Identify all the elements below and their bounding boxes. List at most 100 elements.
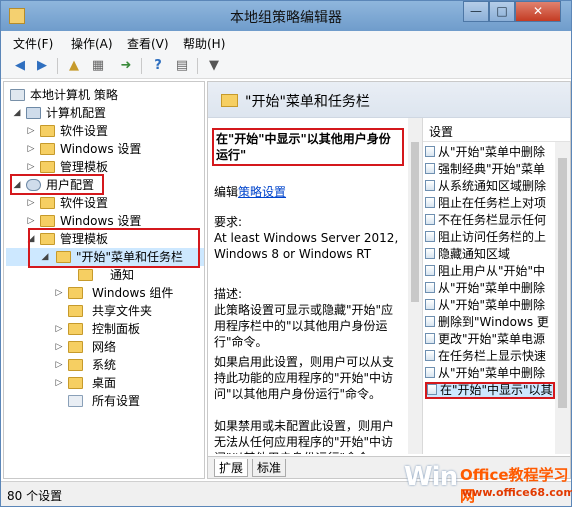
folder-icon: [68, 341, 83, 353]
tree-item-computer-config[interactable]: ◢ 计算机配置: [6, 104, 204, 122]
scrollbar-thumb[interactable]: [411, 142, 419, 302]
back-arrow-icon[interactable]: ◀: [11, 57, 29, 75]
list-item[interactable]: 阻止访问任务栏的上: [425, 229, 555, 246]
tree-item-desktop[interactable]: ▷ 桌面: [6, 374, 204, 392]
edit-policy-line: 编辑策略设置: [214, 184, 404, 200]
folder-icon: [40, 197, 55, 209]
tab-standard[interactable]: 标准: [252, 459, 287, 477]
policy-setting-icon: [425, 197, 435, 208]
title-bar[interactable]: 本地组策略编辑器 — □ ✕: [1, 1, 571, 31]
maximize-button[interactable]: □: [489, 1, 515, 22]
policy-setting-icon: [425, 367, 435, 378]
up-folder-icon[interactable]: ▲: [65, 57, 83, 75]
requirements-text: At least Windows Server 2012, Windows 8 …: [214, 231, 399, 261]
list-item[interactable]: 阻止用户从"开始"中: [425, 263, 555, 280]
folder-icon: [68, 287, 83, 299]
list-item[interactable]: 更改"开始"菜单电源: [425, 331, 555, 348]
toolbar: ◀ ▶ ▲ ▦ ➜ ? ▤ ▼: [1, 53, 571, 79]
edit-policy-link[interactable]: 策略设置: [238, 185, 286, 199]
policy-setting-icon: [425, 231, 435, 242]
collapsed-arrow-icon[interactable]: ▷: [26, 122, 36, 140]
folder-icon: [40, 143, 55, 155]
policy-setting-icon: [425, 282, 435, 293]
tree-item-user-software-settings[interactable]: ▷ 软件设置: [6, 194, 204, 212]
forward-arrow-icon[interactable]: ▶: [33, 57, 51, 75]
collapsed-arrow-icon[interactable]: ▷: [26, 140, 36, 158]
list-item[interactable]: 阻止在任务栏上对项: [425, 195, 555, 212]
list-item[interactable]: 从"开始"菜单中删除: [425, 280, 555, 297]
tree-item-windows-settings[interactable]: ▷ Windows 设置: [6, 140, 204, 158]
close-button[interactable]: ✕: [515, 1, 561, 22]
selected-list-item[interactable]: 在"开始"中显示"以其: [425, 382, 555, 399]
list-item[interactable]: 删除到"Windows 更: [425, 314, 555, 331]
admin-templates-highlight: [28, 228, 200, 268]
description-scrollbar[interactable]: [408, 118, 422, 454]
policy-setting-icon: [425, 350, 435, 361]
tree-item-windows-components[interactable]: ▷ Windows 组件: [6, 284, 204, 302]
menu-help[interactable]: 帮助(H): [183, 35, 225, 52]
expanded-arrow-icon[interactable]: ◢: [12, 104, 22, 122]
tree-item-all-settings[interactable]: 所有设置: [6, 392, 204, 410]
settings-count: 80 个设置: [7, 489, 63, 503]
help-icon[interactable]: ?: [149, 57, 167, 75]
policy-description-panel: 在"开始"中显示"以其他用户身份运行" 编辑策略设置 要求: At least …: [208, 118, 408, 454]
navigation-tree[interactable]: 本地计算机 策略 ◢ 计算机配置 ▷ 软件设置 ▷ Windows 设置 ▷ 管…: [3, 81, 205, 479]
list-item[interactable]: 从"开始"菜单中删除: [425, 144, 555, 161]
minimize-button[interactable]: —: [463, 1, 489, 22]
show-hide-tree-icon[interactable]: ▦: [89, 57, 107, 75]
menu-file[interactable]: 文件(F): [13, 35, 53, 52]
tree-item-system[interactable]: ▷ 系统: [6, 356, 204, 374]
collapsed-arrow-icon[interactable]: ▷: [26, 194, 36, 212]
list-item[interactable]: 在任务栏上显示快速: [425, 348, 555, 365]
tree-item-software-settings[interactable]: ▷ 软件设置: [6, 122, 204, 140]
tree-item-local-computer-policy[interactable]: 本地计算机 策略: [6, 86, 204, 104]
export-list-icon[interactable]: ➜: [117, 57, 135, 75]
collapsed-arrow-icon[interactable]: ▷: [54, 320, 64, 338]
tree-item-control-panel[interactable]: ▷ 控制面板: [6, 320, 204, 338]
tree-item-shared-folders[interactable]: 共享文件夹: [6, 302, 204, 320]
computer-icon: [26, 107, 41, 119]
list-item[interactable]: 强制经典"开始"菜单: [425, 161, 555, 178]
list-item[interactable]: 从"开始"菜单中删除: [425, 365, 555, 382]
details-title: "开始"菜单和任务栏: [245, 94, 370, 110]
settings-column-header[interactable]: 设置: [423, 118, 570, 142]
filter-icon[interactable]: ▼: [205, 57, 223, 75]
all-settings-icon: [68, 395, 83, 407]
list-item[interactable]: 不在任务栏显示任何: [425, 212, 555, 229]
description-text: 此策略设置可显示或隐藏"开始"应用程序栏中的"以其他用户身份运行"命令。: [214, 303, 394, 349]
list-item[interactable]: 隐藏通知区域: [425, 246, 555, 263]
group-policy-editor-window: 本地组策略编辑器 — □ ✕ 文件(F) 操作(A) 查看(V) 帮助(H) ◀…: [0, 0, 572, 507]
tab-extended[interactable]: 扩展: [214, 459, 249, 477]
collapsed-arrow-icon[interactable]: ▷: [54, 284, 64, 302]
collapsed-arrow-icon[interactable]: ▷: [54, 374, 64, 392]
folder-icon: [221, 94, 238, 107]
watermark-windows: Win: [404, 462, 458, 492]
requirements-label: 要求:: [214, 215, 243, 229]
collapsed-arrow-icon[interactable]: ▷: [54, 356, 64, 374]
folder-icon: [78, 269, 93, 281]
collapsed-arrow-icon[interactable]: ▷: [54, 338, 64, 356]
policy-setting-icon: [425, 214, 435, 225]
scrollbar-thumb[interactable]: [558, 158, 567, 408]
enabled-text: 如果启用此设置，则用户可以从支持此功能的应用程序的"开始"中访问"以其他用户身份…: [214, 355, 395, 401]
menu-view[interactable]: 查看(V): [127, 35, 169, 52]
policy-setting-icon: [425, 299, 435, 310]
user-config-highlight: [10, 174, 104, 195]
folder-icon: [68, 377, 83, 389]
tree-item-notifications[interactable]: 通知: [6, 266, 204, 284]
tree-item-network[interactable]: ▷ 网络: [6, 338, 204, 356]
toolbar-divider: [57, 58, 58, 74]
edit-prefix: 编辑: [214, 185, 239, 199]
folder-icon: [40, 125, 55, 137]
properties-icon[interactable]: ▤: [173, 57, 191, 75]
list-item[interactable]: 从"开始"菜单中删除: [425, 297, 555, 314]
policy-icon: [10, 89, 25, 101]
policy-setting-icon: [425, 248, 435, 259]
settings-list[interactable]: 设置 从"开始"菜单中删除 强制经典"开始"菜单 从系统通知区域删除 阻止在任务…: [422, 118, 570, 454]
folder-icon: [40, 215, 55, 227]
list-item[interactable]: 从系统通知区域删除: [425, 178, 555, 195]
menu-action[interactable]: 操作(A): [71, 35, 113, 52]
settings-scrollbar[interactable]: [555, 142, 570, 454]
toolbar-divider: [141, 58, 142, 74]
folder-icon: [68, 305, 83, 317]
